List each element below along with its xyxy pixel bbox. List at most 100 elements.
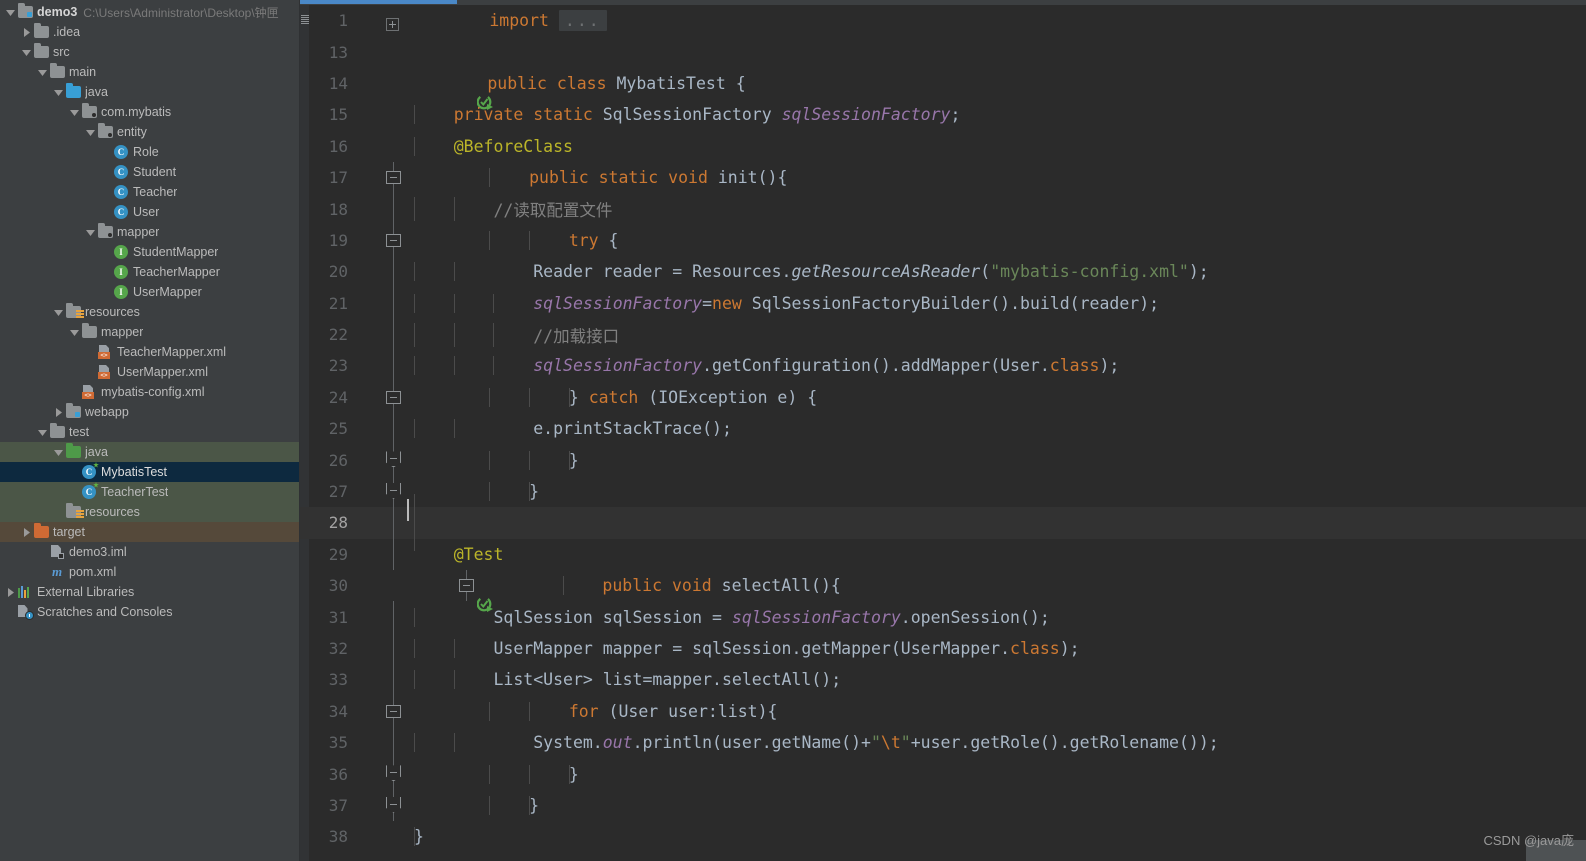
expand-import-fold-icon[interactable] — [386, 18, 399, 31]
project-tool-window[interactable]: demo3 C:\Users\Administrator\Desktop\钟匣 … — [0, 0, 300, 861]
run-test-class-icon[interactable] — [358, 76, 494, 110]
code-text-comment[interactable]: //加载接口 — [406, 322, 1586, 347]
gutter-icons[interactable] — [356, 570, 494, 613]
tree-row-resources[interactable]: resources — [0, 502, 300, 522]
tree-row-mybatistest[interactable]: C MybatisTest — [0, 462, 300, 482]
code-text[interactable]: SqlSession sqlSession = sqlSessionFactor… — [406, 607, 1586, 627]
code-line[interactable]: 37 } — [300, 789, 1586, 822]
code-text[interactable]: public class MybatisTest { — [479, 74, 1586, 93]
code-line[interactable]: 21 sqlSessionFactory=new SqlSessionFacto… — [300, 287, 1586, 319]
code-line[interactable]: 29 @Test — [300, 538, 1586, 571]
code-line[interactable]: 20 Reader reader = Resources.getResource… — [300, 256, 1586, 288]
tree-row-test[interactable]: test — [0, 422, 300, 442]
collapse-method-fold-icon[interactable] — [459, 579, 475, 593]
tree-row-mybatis-config-xml[interactable]: <> mybatis-config.xml — [0, 382, 300, 402]
code-text[interactable]: public void selectAll(){ — [555, 576, 1586, 596]
tree-row-scratches-and-consoles[interactable]: Scratches and Consoles — [0, 602, 300, 622]
code-line[interactable]: 13 — [300, 36, 1586, 67]
chevron-down-icon[interactable] — [36, 62, 49, 82]
code-line[interactable]: 16 @BeforeClass — [300, 131, 1586, 162]
fold-gutter[interactable] — [382, 538, 406, 571]
tree-row-src[interactable]: src — [0, 42, 300, 62]
code-text[interactable]: @BeforeClass — [406, 136, 1586, 156]
code-line[interactable]: 22 //加载接口 — [300, 318, 1586, 351]
chevron-down-icon[interactable] — [52, 442, 65, 462]
collapse-for-fold-icon[interactable] — [386, 704, 401, 718]
code-line[interactable]: 26 } — [300, 444, 1586, 476]
fold-gutter[interactable] — [382, 664, 406, 696]
code-text[interactable]: } — [481, 764, 1586, 784]
fold-gutter[interactable] — [382, 36, 406, 67]
code-text[interactable]: sqlSessionFactory.getConfiguration().add… — [406, 356, 1586, 376]
fold-gutter[interactable] — [382, 413, 406, 445]
fold-gutter[interactable] — [455, 570, 554, 602]
tree-row-main[interactable]: main — [0, 62, 300, 82]
fold-gutter[interactable] — [382, 601, 406, 633]
tree-row-studentmapper[interactable]: I StudentMapper — [0, 242, 300, 262]
code-text[interactable]: List<User> list=mapper.selectAll(); — [406, 670, 1586, 690]
tree-row-pom-xml[interactable]: m pom.xml — [0, 562, 300, 582]
fold-gutter[interactable] — [382, 695, 481, 727]
fold-gutter[interactable] — [382, 287, 406, 319]
tree-row-role[interactable]: C Role — [0, 142, 300, 162]
chevron-right-icon[interactable] — [20, 522, 33, 542]
code-line[interactable]: 14 public class MybatisTest { — [300, 68, 1586, 110]
code-text[interactable]: } — [481, 450, 1586, 470]
chevron-right-icon[interactable] — [20, 22, 33, 42]
code-text[interactable]: Reader reader = Resources.getResourceAsR… — [406, 262, 1586, 282]
fold-gutter[interactable] — [382, 789, 481, 822]
tree-row-target[interactable]: target — [0, 522, 300, 542]
chevron-down-icon[interactable] — [52, 82, 65, 102]
fold-gutter[interactable] — [382, 318, 406, 351]
tree-row--idea[interactable]: .idea — [0, 22, 300, 42]
fold-region-end-icon[interactable] — [386, 765, 401, 782]
tree-row-mapper[interactable]: mapper — [0, 222, 300, 242]
code-line[interactable]: 24 } catch (IOException e) { — [300, 381, 1586, 414]
code-text-annotation[interactable]: @Test — [406, 545, 1586, 564]
fold-gutter[interactable] — [382, 99, 406, 130]
code-text[interactable]: import ... — [481, 10, 1586, 32]
tree-row-teachermapper[interactable]: I TeacherMapper — [0, 262, 300, 282]
code-line[interactable]: 34 for (User user:list){ — [300, 695, 1586, 727]
tree-row-usermapper[interactable]: I UserMapper — [0, 282, 300, 302]
code-text[interactable]: System.out.println(user.getName()+"\t"+u… — [406, 733, 1586, 753]
code-line[interactable]: 36 } — [300, 758, 1586, 790]
fold-region-end-icon[interactable] — [386, 482, 401, 499]
fold-gutter[interactable] — [382, 224, 481, 257]
chevron-right-icon[interactable] — [4, 582, 17, 602]
collapse-method-fold-icon[interactable] — [386, 170, 401, 184]
code-text[interactable]: UserMapper mapper = sqlSession.getMapper… — [406, 639, 1586, 658]
code-line[interactable]: 18 //读取配置文件 — [300, 193, 1586, 225]
tree-row-demo3-iml[interactable]: demo3.iml — [0, 542, 300, 562]
fold-gutter[interactable] — [382, 758, 481, 790]
code-text-comment[interactable]: //读取配置文件 — [406, 197, 1586, 222]
code-line[interactable]: 19 try { — [300, 224, 1586, 257]
tree-row-mapper[interactable]: mapper — [0, 322, 300, 342]
fold-gutter[interactable] — [382, 726, 406, 759]
code-text[interactable]: sqlSessionFactory=new SqlSessionFactoryB… — [406, 293, 1586, 313]
code-line[interactable]: 31 SqlSession sqlSession = sqlSessionFac… — [300, 601, 1586, 633]
tree-row-java[interactable]: java — [0, 442, 300, 462]
tree-row-project-root[interactable]: demo3 C:\Users\Administrator\Desktop\钟匣 — [0, 2, 300, 22]
fold-gutter[interactable] — [382, 444, 481, 476]
tree-row-teachermapper-xml[interactable]: <> TeacherMapper.xml — [0, 342, 300, 362]
chevron-right-icon[interactable] — [52, 402, 65, 422]
tree-row-user[interactable]: C User — [0, 202, 300, 222]
code-text[interactable]: try { — [481, 230, 1586, 250]
fold-gutter[interactable] — [382, 131, 406, 162]
code-text[interactable]: } — [406, 827, 1586, 847]
fold-gutter[interactable] — [382, 5, 481, 36]
fold-gutter[interactable] — [382, 256, 406, 288]
run-test-method-icon[interactable] — [358, 578, 494, 613]
project-tree[interactable]: demo3 C:\Users\Administrator\Desktop\钟匣 … — [0, 0, 300, 622]
tree-row-teacher[interactable]: C Teacher — [0, 182, 300, 202]
collapse-catch-fold-icon[interactable] — [386, 390, 401, 404]
tree-row-java[interactable]: java — [0, 82, 300, 102]
code-text[interactable]: } — [481, 795, 1586, 815]
tree-row-external-libraries[interactable]: External Libraries — [0, 582, 300, 602]
tree-row-entity[interactable]: entity — [0, 122, 300, 142]
tree-row-resources[interactable]: resources — [0, 302, 300, 322]
chevron-down-icon[interactable] — [20, 42, 33, 62]
code-line[interactable]: 1 import ... — [300, 5, 1586, 36]
code-editor[interactable]: 1 import ... 13 14 public class MybatisT… — [300, 0, 1586, 861]
